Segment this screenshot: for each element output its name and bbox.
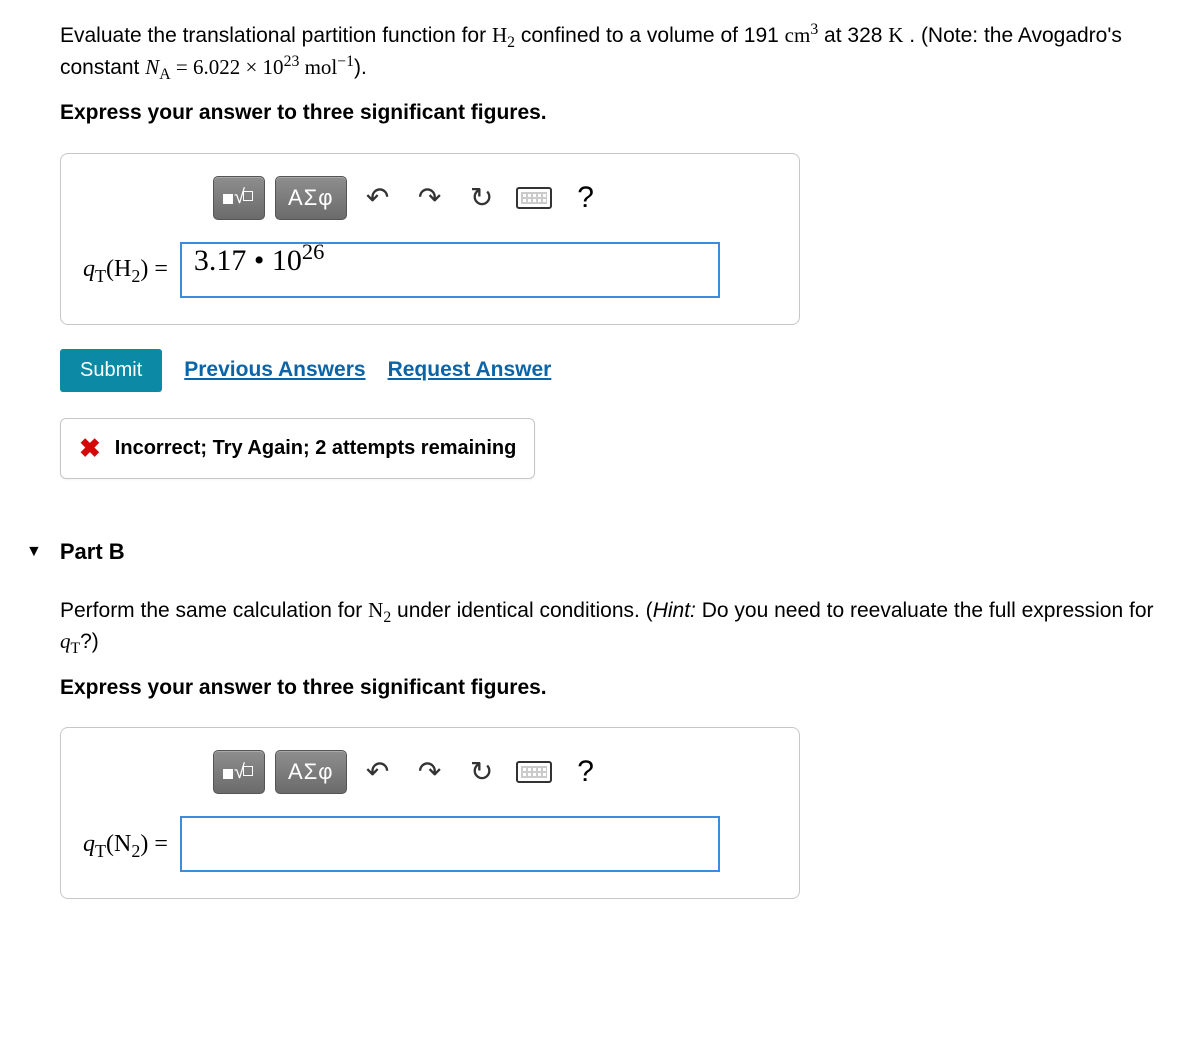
feedback-text: Incorrect; Try Again; 2 attempts remaini… [115,437,517,460]
partA-answer-box: √ ΑΣφ ↶ ↷ ↻ ? qT(H2) = 3.17 • 1026 [60,153,800,325]
partA-question: Evaluate the translational partition fun… [60,20,1160,83]
request-answer-link[interactable]: Request Answer [388,358,552,382]
reset-icon[interactable]: ↻ [461,177,503,219]
previous-answers-link[interactable]: Previous Answers [184,358,365,382]
keyboard-icon[interactable] [513,177,555,219]
undo-icon[interactable]: ↶ [357,177,399,219]
toolbar: √ ΑΣφ ↶ ↷ ↻ ? [213,176,777,220]
partB-title: Part B [60,539,125,565]
redo-icon[interactable]: ↷ [409,177,451,219]
template-button[interactable]: √ [213,750,265,794]
greek-button[interactable]: ΑΣφ [275,176,347,220]
partB-question: Perform the same calculation for N2 unde… [60,595,1160,658]
help-icon[interactable]: ? [565,177,607,219]
partA-answer-input[interactable]: 3.17 • 1026 [180,242,720,298]
partA-instruction: Express your answer to three significant… [60,97,1160,129]
keyboard-icon[interactable] [513,751,555,793]
toolbar-b: √ ΑΣφ ↶ ↷ ↻ ? [213,750,777,794]
feedback-box: ✖ Incorrect; Try Again; 2 attempts remai… [60,418,535,479]
reset-icon[interactable]: ↻ [461,751,503,793]
partB-answer-input[interactable] [180,816,720,872]
partB-answer-label: qT(N2) = [83,831,168,858]
template-button[interactable]: √ [213,176,265,220]
partB-header[interactable]: ▼ Part B [26,539,1160,565]
undo-icon[interactable]: ↶ [357,751,399,793]
greek-button[interactable]: ΑΣφ [275,750,347,794]
partB-instruction: Express your answer to three significant… [60,672,1160,704]
partA-answer-label: qT(H2) = [83,256,168,283]
collapse-icon: ▼ [26,543,42,561]
incorrect-icon: ✖ [79,433,101,464]
submit-button[interactable]: Submit [60,349,162,392]
help-icon[interactable]: ? [565,751,607,793]
redo-icon[interactable]: ↷ [409,751,451,793]
partB-answer-box: √ ΑΣφ ↶ ↷ ↻ ? qT(N2) = [60,727,800,899]
